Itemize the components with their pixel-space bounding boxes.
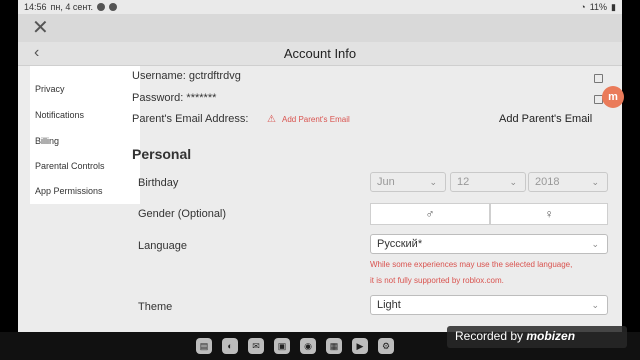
gender-label: Gender (Optional) bbox=[138, 208, 227, 220]
theme-select[interactable]: Light ⌄ bbox=[370, 295, 608, 315]
settings-sidebar: Privacy Notifications Billing Parental C… bbox=[30, 66, 140, 204]
notification-icon bbox=[96, 3, 105, 11]
settings-icon[interactable]: ⚙ bbox=[378, 338, 394, 354]
password-text: Password: ******* bbox=[132, 92, 217, 104]
chevron-down-icon: ⌄ bbox=[509, 177, 517, 187]
theme-value: Light bbox=[377, 299, 401, 311]
browser-icon[interactable]: ◐ bbox=[222, 338, 238, 354]
sidebar-item-privacy[interactable]: Privacy bbox=[35, 84, 65, 94]
birthday-day-value: 12 bbox=[457, 176, 470, 188]
add-parent-email-link[interactable]: Add Parent's Email bbox=[282, 115, 350, 124]
close-icon[interactable]: ✕ bbox=[32, 17, 49, 39]
username-text: Username: gctrdftrdvg bbox=[132, 70, 241, 82]
birthday-year-value: 2018 bbox=[535, 176, 560, 188]
add-parent-email-button[interactable]: Add Parent's Email bbox=[499, 113, 592, 125]
chevron-down-icon: ⌄ bbox=[429, 177, 437, 187]
female-icon: ♀ bbox=[544, 207, 554, 221]
account-main: Username: gctrdftrdvg Password: ******* … bbox=[132, 66, 622, 332]
recorded-brand: mobizen bbox=[526, 329, 576, 343]
mobizen-floating-icon[interactable]: m bbox=[602, 86, 624, 108]
sidebar-item-parental-controls[interactable]: Parental Controls bbox=[35, 161, 105, 171]
chevron-down-icon: ⌄ bbox=[591, 177, 599, 187]
birthday-month-select[interactable]: Jun ⌄ bbox=[370, 172, 446, 192]
language-label: Language bbox=[138, 240, 187, 252]
warning-icon: ⚠ bbox=[267, 114, 276, 125]
personal-section-title: Personal bbox=[132, 146, 192, 162]
recording-watermark: Recorded by mobizen bbox=[447, 326, 627, 348]
language-warning-line-1: While some experiences may use the selec… bbox=[370, 260, 573, 269]
notification-icon-2 bbox=[108, 3, 117, 11]
edit-icon[interactable] bbox=[594, 74, 603, 83]
store-icon[interactable]: ▣ bbox=[274, 338, 290, 354]
sidebar-item-billing[interactable]: Billing bbox=[35, 136, 59, 146]
gender-male-button[interactable]: ♂ bbox=[370, 203, 490, 225]
status-bar: 14:56 пн, 4 сент. ◔ 11% ▮ bbox=[18, 0, 622, 14]
sidebar-item-app-permissions[interactable]: App Permissions bbox=[35, 186, 103, 196]
parent-email-label: Parent's Email Address: bbox=[132, 113, 249, 125]
screen-frame: 14:56 пн, 4 сент. ◔ 11% ▮ ✕ ‹ Account In… bbox=[0, 0, 640, 360]
language-select[interactable]: Русский* ⌄ bbox=[370, 234, 608, 254]
birthday-label: Birthday bbox=[138, 177, 179, 189]
battery-text: 11% bbox=[589, 2, 608, 12]
content-area: Privacy Notifications Billing Parental C… bbox=[18, 66, 622, 332]
gallery-icon[interactable]: ▦ bbox=[326, 338, 342, 354]
page-title: Account Info bbox=[283, 46, 357, 61]
status-date: пн, 4 сент. bbox=[50, 2, 93, 12]
youtube-icon[interactable]: ▶ bbox=[352, 338, 368, 354]
top-overlay-bar: ✕ bbox=[18, 14, 622, 42]
language-warning-line-2: it is not fully supported by roblox.com. bbox=[370, 276, 504, 285]
sidebar-item-notifications[interactable]: Notifications bbox=[35, 110, 84, 120]
camera-icon[interactable]: ◉ bbox=[300, 338, 316, 354]
messages-icon[interactable]: ✉ bbox=[248, 338, 264, 354]
male-icon: ♂ bbox=[425, 207, 435, 221]
battery-icon: ▮ bbox=[611, 1, 616, 12]
chevron-down-icon: ⌄ bbox=[591, 300, 599, 310]
wifi-icon: ◔ bbox=[580, 2, 586, 12]
dock-icons: ▤ ◐ ✉ ▣ ◉ ▦ ▶ ⚙ bbox=[196, 338, 394, 354]
recorded-prefix: Recorded by bbox=[455, 329, 524, 343]
files-icon[interactable]: ▤ bbox=[196, 338, 212, 354]
gender-female-button[interactable]: ♀ bbox=[490, 203, 608, 225]
chevron-down-icon: ⌄ bbox=[591, 239, 599, 249]
theme-label: Theme bbox=[138, 301, 173, 313]
birthday-year-select[interactable]: 2018 ⌄ bbox=[528, 172, 608, 192]
status-time: 14:56 bbox=[24, 2, 47, 12]
language-value: Русский* bbox=[377, 238, 423, 250]
birthday-month-value: Jun bbox=[377, 176, 395, 188]
birthday-day-select[interactable]: 12 ⌄ bbox=[450, 172, 526, 192]
page-header: ‹ Account Info bbox=[18, 42, 622, 66]
